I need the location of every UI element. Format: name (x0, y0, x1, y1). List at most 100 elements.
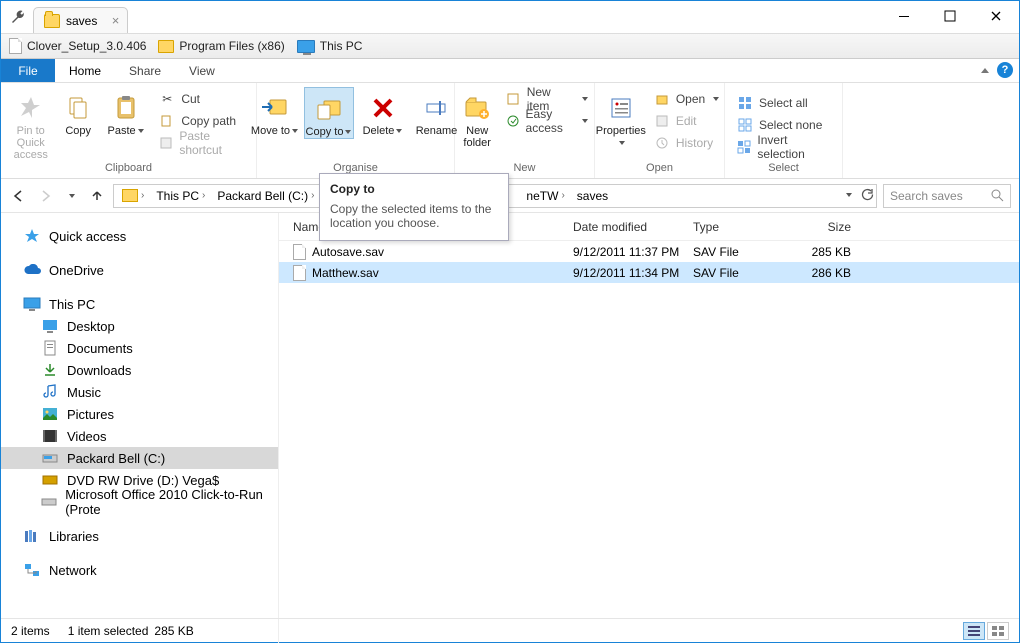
view-details-button[interactable] (963, 622, 985, 640)
nav-pictures[interactable]: Pictures (1, 403, 278, 425)
bookmark-thispc[interactable]: This PC (297, 39, 363, 53)
select-all-button[interactable]: Select all (733, 93, 834, 113)
invert-selection-button[interactable]: Invert selection (733, 137, 834, 157)
bookmark-bar: Clover_Setup_3.0.406 Program Files (x86)… (1, 33, 1019, 59)
close-button[interactable] (973, 1, 1019, 31)
crumb-saves[interactable]: saves (573, 189, 614, 203)
move-to-button[interactable]: Move to (250, 87, 300, 139)
select-all-icon (737, 95, 753, 111)
bookmark-clover[interactable]: Clover_Setup_3.0.406 (9, 38, 146, 54)
nav-this-pc[interactable]: This PC (1, 293, 278, 315)
ribbon: Pin to Quick access Copy Paste ✂Cut Copy… (1, 83, 1019, 179)
pc-icon (297, 40, 315, 53)
crumb-this-pc[interactable]: This PC › (152, 189, 213, 203)
file-row[interactable]: Autosave.sav9/12/2011 11:37 PMSAV File28… (279, 241, 1019, 262)
drive-icon (41, 494, 57, 510)
tab-close-icon[interactable]: × (112, 13, 120, 28)
menu-home[interactable]: Home (55, 59, 115, 82)
search-input[interactable]: Search saves (883, 184, 1011, 208)
copy-to-button[interactable]: Copy to (304, 87, 354, 139)
help-icon[interactable]: ? (997, 62, 1013, 78)
drive-icon (41, 450, 59, 466)
delete-button[interactable]: Delete (358, 87, 408, 139)
nav-libraries[interactable]: Libraries (1, 525, 278, 547)
bookmark-programfiles[interactable]: Program Files (x86) (158, 39, 284, 53)
invert-selection-icon (737, 139, 751, 155)
recent-button[interactable] (61, 186, 81, 206)
menu-view[interactable]: View (175, 59, 229, 82)
navigation-pane: Quick access OneDrive This PC Desktop Do… (1, 213, 279, 643)
easy-access-button[interactable]: Easy access (502, 111, 593, 131)
paste-shortcut-button[interactable]: Paste shortcut (155, 133, 248, 153)
pc-icon (23, 296, 41, 312)
address-bar: › This PC › Packard Bell (C:) › neTW › s… (1, 179, 1019, 213)
downloads-icon (41, 362, 59, 378)
edit-button[interactable]: Edit (650, 111, 723, 131)
star-icon (23, 228, 41, 244)
rename-button[interactable]: Rename (412, 87, 462, 139)
new-item-button[interactable]: New item (502, 89, 593, 109)
status-size: 285 KB (154, 624, 193, 638)
wrench-icon[interactable] (7, 6, 29, 28)
forward-button[interactable] (35, 186, 55, 206)
new-folder-button[interactable]: New folder (457, 87, 498, 149)
status-selected: 1 item selected (68, 624, 149, 638)
file-icon (293, 244, 306, 260)
open-icon (654, 91, 670, 107)
pictures-icon (41, 406, 59, 422)
new-item-icon (506, 91, 521, 107)
folder-icon (122, 189, 138, 202)
file-pane: Name Date modified Type Size Autosave.sa… (279, 213, 1019, 643)
back-button[interactable] (9, 186, 29, 206)
browser-tab[interactable]: saves × (33, 7, 128, 33)
history-button[interactable]: History (650, 133, 723, 153)
menu-share[interactable]: Share (115, 59, 175, 82)
nav-documents[interactable]: Documents (1, 337, 278, 359)
properties-button[interactable]: Properties (596, 87, 646, 153)
cloud-icon (23, 262, 41, 278)
copy-path-button[interactable]: Copy path (155, 111, 248, 131)
open-button[interactable]: Open (650, 89, 723, 109)
up-button[interactable] (87, 186, 107, 206)
nav-drive-c[interactable]: Packard Bell (C:) (1, 447, 278, 469)
libraries-icon (23, 528, 41, 544)
edit-icon (654, 113, 670, 129)
nav-onedrive[interactable]: OneDrive (1, 259, 278, 281)
nav-office[interactable]: Microsoft Office 2010 Click-to-Run (Prot… (1, 491, 278, 513)
paste-button[interactable]: Paste (104, 87, 147, 161)
nav-downloads[interactable]: Downloads (1, 359, 278, 381)
file-row[interactable]: Matthew.sav9/12/2011 11:34 PMSAV File286… (279, 262, 1019, 283)
refresh-icon[interactable] (860, 188, 874, 202)
file-icon (9, 38, 22, 54)
minimize-button[interactable] (881, 1, 927, 31)
crumb-drive[interactable]: Packard Bell (C:) › (213, 189, 322, 203)
desktop-icon (41, 318, 59, 334)
nav-network[interactable]: Network (1, 559, 278, 581)
nav-videos[interactable]: Videos (1, 425, 278, 447)
window-controls (881, 1, 1019, 31)
tab-title: saves (66, 14, 97, 28)
collapse-ribbon-icon[interactable] (981, 68, 989, 73)
select-none-button[interactable]: Select none (733, 115, 834, 135)
copy-path-icon (159, 113, 175, 129)
paste-shortcut-icon (159, 135, 173, 151)
maximize-button[interactable] (927, 1, 973, 31)
crumb-netw[interactable]: neTW › (522, 189, 572, 203)
titlebar: saves × (1, 1, 1019, 33)
pin-quick-access-button[interactable]: Pin to Quick access (9, 87, 52, 161)
folder-icon (158, 40, 174, 53)
breadcrumb-dropdown-icon[interactable] (846, 193, 852, 197)
nav-music[interactable]: Music (1, 381, 278, 403)
view-icons-button[interactable] (987, 622, 1009, 640)
cut-button[interactable]: ✂Cut (155, 89, 248, 109)
copy-button[interactable]: Copy (56, 87, 99, 161)
nav-quick-access[interactable]: Quick access (1, 225, 278, 247)
copy-to-tooltip: Copy to Copy the selected items to the l… (319, 173, 509, 241)
status-bar: 2 items 1 item selected 285 KB (1, 618, 1019, 642)
menu-bar: File Home Share View ? (1, 59, 1019, 83)
nav-desktop[interactable]: Desktop (1, 315, 278, 337)
file-icon (293, 265, 306, 281)
folder-icon (44, 14, 60, 28)
menu-file[interactable]: File (1, 59, 55, 82)
dvd-icon (41, 472, 59, 488)
